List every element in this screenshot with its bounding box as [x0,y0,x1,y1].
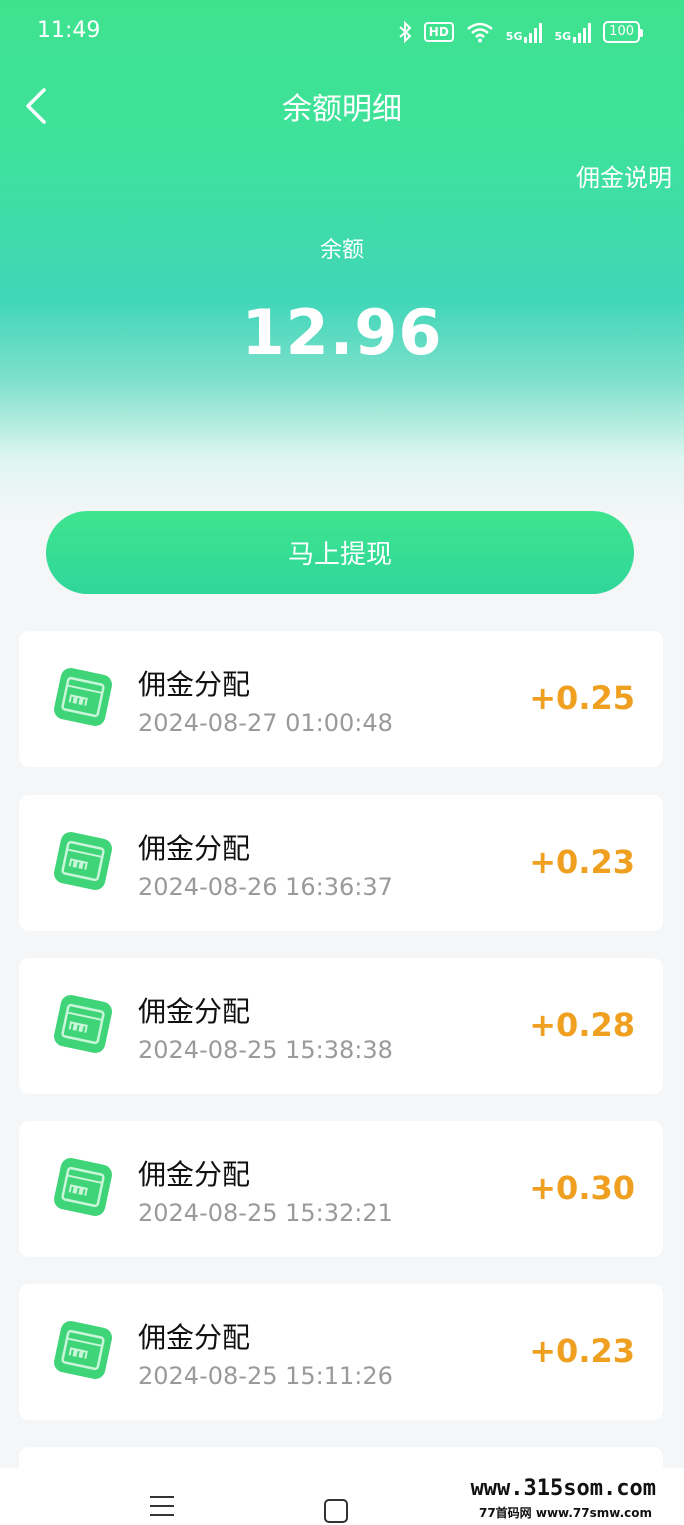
nav-bar: 余额明细 [0,64,684,146]
record-title: 佣金分配 [138,1321,251,1354]
record-amount: +0.30 [529,1169,635,1207]
watermark-subtext: 77首码网 www.77smw.com [478,1506,652,1520]
withdraw-button[interactable]: 马上提现 [46,511,634,594]
record-title: 佣金分配 [138,668,251,701]
commission-icon [54,995,112,1053]
commission-icon [54,1321,112,1379]
signal-5g-2: 5G [554,21,592,43]
commission-icon [54,1158,112,1216]
battery-icon: 100 [603,21,643,43]
signal-bars-icon [573,21,592,43]
signal-5g-1: 5G [506,21,543,43]
record-time: 2024-08-25 15:11:26 [138,1362,393,1390]
balance-value: 12.96 [241,296,443,369]
signal-bars-icon [524,21,543,43]
record-amount: +0.23 [529,843,635,881]
page-title: 余额明细 [282,92,402,127]
record-time: 2024-08-27 01:00:48 [138,709,393,737]
menu-icon[interactable] [149,1495,175,1517]
home-icon[interactable] [324,1499,348,1523]
commission-info-link[interactable]: 佣金说明 [576,158,672,193]
record-time: 2024-08-25 15:38:38 [138,1036,393,1064]
record-title: 佣金分配 [138,1158,251,1191]
record-item[interactable]: 佣金分配 2024-08-25 15:38:38 +0.28 [19,958,663,1094]
record-item[interactable]: 佣金分配 2024-08-25 15:32:21 +0.30 [19,1121,663,1257]
record-time: 2024-08-25 15:32:21 [138,1199,393,1227]
record-title: 佣金分配 [138,832,251,865]
balance-label: 余额 [319,238,364,263]
record-amount: +0.28 [529,1006,635,1044]
watermark-text: www.315som.com [470,1476,656,1501]
status-time: 11:49 [37,18,101,43]
status-icons: HD 5G 5G 100 [398,18,643,46]
record-item[interactable]: 佣金分配 2024-08-27 01:00:48 +0.25 [19,631,663,767]
wifi-icon [466,22,493,43]
status-bar: 11:49 HD 5G 5G 100 [0,0,684,64]
record-title: 佣金分配 [138,995,251,1028]
record-item[interactable]: 佣金分配 2024-08-25 15:11:26 +0.23 [19,1284,663,1420]
record-amount: +0.25 [529,679,635,717]
bluetooth-icon [399,21,412,43]
commission-icon [54,832,112,890]
record-amount: +0.23 [529,1332,635,1370]
hd-badge: HD [423,22,454,42]
commission-icon [54,668,112,726]
record-item[interactable]: 佣金分配 2024-08-26 16:36:37 +0.23 [19,795,663,931]
record-time: 2024-08-26 16:36:37 [138,873,393,901]
system-nav-bar: www.315som.com 77首码网 www.77smw.com [0,1468,684,1525]
